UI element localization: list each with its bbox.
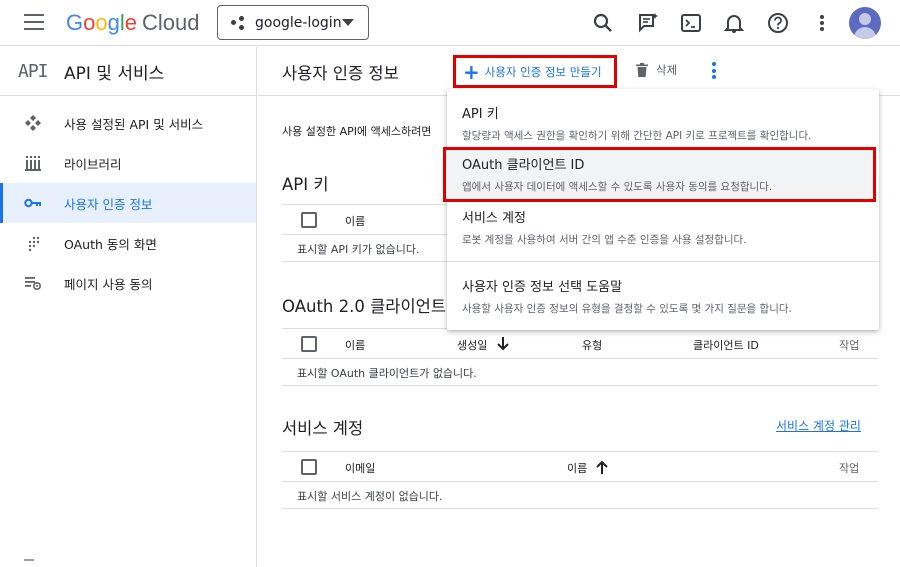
arrow-up-icon[interactable]: [595, 459, 609, 475]
menu-item-desc: 앱에서 사용자 데이터에 액세스할 수 있도록 사용자 동의를 요청합니다.: [462, 181, 773, 193]
menu-item-oauth-client-id[interactable]: OAuth 클라이언트 ID 앱에서 사용자 데이터에 액세스할 수 있도록 사…: [443, 147, 876, 202]
select-all-checkbox[interactable]: [301, 459, 317, 475]
sidebar-item-label: OAuth 동의 화면: [64, 236, 157, 252]
column-type[interactable]: 유형: [582, 337, 602, 353]
table-header: 이메일 이름 작업: [282, 451, 878, 482]
sidebar-item-label: 사용 설정된 API 및 서비스: [64, 116, 204, 132]
project-picker[interactable]: google-login: [217, 5, 369, 40]
column-client-id[interactable]: 클라이언트 ID: [693, 337, 759, 353]
column-name[interactable]: 이름: [567, 460, 587, 476]
plus-icon: +: [463, 59, 480, 84]
sidebar-item-library[interactable]: 라이브러리: [0, 143, 256, 183]
caret-down-icon: [342, 19, 354, 26]
sidebar-item-label: 라이브러리: [64, 156, 122, 172]
menu-item-desc: 할당량과 액세스 권한을 확인하기 위해 간단한 API 키로 프로젝트를 확인…: [462, 130, 812, 142]
sidebar-header: API API 및 서비스: [0, 47, 256, 96]
sidebar-item-enabled-apis[interactable]: 사용 설정된 API 및 서비스: [0, 103, 256, 143]
hamburger-menu-icon[interactable]: [24, 14, 44, 30]
sidebar-item-credentials[interactable]: 사용자 인증 정보: [0, 183, 256, 223]
key-icon: [23, 193, 43, 213]
diamond-icon: [23, 113, 43, 133]
column-actions: 작업: [839, 462, 860, 475]
menu-item-help-me-choose[interactable]: 사용자 인증 정보 선택 도움말 사용할 사용자 인증 정보의 유형을 결정할 …: [447, 276, 879, 316]
menu-item-desc: 사용할 사용자 인증 정보의 유형을 결정할 수 있도록 몇 가지 질문을 합니…: [462, 303, 792, 315]
top-app-bar: Google Cloud google-login: [0, 0, 900, 46]
oauth-clients-table: 이름 생성일 유형 클라이언트 ID 작업 표시할 OAuth 클라이언트가 없…: [282, 328, 878, 386]
manage-service-accounts-link[interactable]: 서비스 계정 관리: [776, 417, 861, 434]
create-credentials-menu: API 키 할당량과 액세스 권한을 확인하기 위해 간단한 API 키로 프로…: [443, 89, 879, 330]
empty-row: 표시할 OAuth 클라이언트가 없습니다.: [282, 359, 878, 386]
menu-item-desc: 로봇 계정을 사용하여 서버 간의 앱 수준 인증을 사용 설정합니다.: [462, 234, 747, 246]
menu-item-title: OAuth 클라이언트 ID: [462, 158, 585, 173]
column-email[interactable]: 이메일: [345, 460, 375, 476]
bell-icon[interactable]: [722, 11, 746, 35]
more-actions-icon[interactable]: [710, 62, 718, 80]
project-icon: [230, 15, 246, 31]
select-all-checkbox[interactable]: [301, 336, 317, 352]
menu-divider: [447, 261, 879, 262]
column-actions: 작업: [839, 339, 860, 352]
settings-list-icon: [23, 273, 43, 293]
project-name: google-login: [255, 14, 342, 31]
delete-label: 삭제: [656, 63, 678, 77]
avatar[interactable]: [849, 7, 881, 39]
google-cloud-logo[interactable]: Google Cloud: [66, 10, 200, 36]
cloud-shell-assist-icon[interactable]: [636, 11, 660, 35]
delete-button[interactable]: 삭제: [635, 62, 677, 78]
menu-item-title: 서비스 계정: [462, 211, 526, 226]
intro-text: 사용 설정한 API에 액세스하려면: [282, 125, 432, 138]
sidebar-item-page-usage[interactable]: 페이지 사용 동의: [0, 263, 256, 303]
column-name[interactable]: 이름: [345, 337, 365, 353]
api-logo: API: [18, 60, 49, 82]
arrow-down-icon[interactable]: [496, 336, 510, 352]
sidebar-item-label: 사용자 인증 정보: [64, 196, 153, 212]
menu-item-service-account[interactable]: 서비스 계정 로봇 계정을 사용하여 서버 간의 앱 수준 인증을 사용 설정합…: [447, 207, 879, 247]
search-icon[interactable]: [591, 11, 615, 35]
menu-item-title: 사용자 인증 정보 선택 도움말: [462, 280, 623, 295]
sidebar-item-oauth-consent[interactable]: OAuth 동의 화면: [0, 223, 256, 263]
page-title: 사용자 인증 정보: [282, 64, 399, 83]
terminal-icon[interactable]: [679, 11, 703, 35]
select-all-checkbox[interactable]: [301, 212, 317, 228]
menu-item-title: API 키: [462, 107, 499, 122]
help-icon[interactable]: [766, 11, 790, 35]
sidebar-title: API 및 서비스: [64, 63, 165, 84]
column-name[interactable]: 이름: [345, 213, 365, 229]
create-credentials-button[interactable]: + 사용자 인증 정보 만들기: [453, 55, 617, 88]
menu-item-api-key[interactable]: API 키 할당량과 액세스 권한을 확인하기 위해 간단한 API 키로 프로…: [447, 103, 879, 143]
sidebar-item-label: 페이지 사용 동의: [64, 276, 153, 292]
service-accounts-title: 서비스 계정: [282, 419, 364, 438]
column-created[interactable]: 생성일: [457, 337, 487, 353]
more-vert-icon[interactable]: [810, 11, 834, 35]
trash-icon: [636, 63, 648, 77]
collapse-handle[interactable]: [24, 559, 34, 561]
table-header: 이름 생성일 유형 클라이언트 ID 작업: [282, 328, 878, 359]
sidebar: API API 및 서비스 사용 설정된 API 및 서비스 라이브러리 사용자…: [0, 47, 257, 567]
empty-row: 표시할 서비스 계정이 없습니다.: [282, 482, 878, 509]
api-keys-title: API 키: [282, 175, 329, 194]
create-credentials-label: 사용자 인증 정보 만들기: [484, 64, 602, 79]
library-icon: [23, 153, 43, 173]
service-accounts-table: 이메일 이름 작업 표시할 서비스 계정이 없습니다.: [282, 451, 878, 509]
dots-grid-icon: [23, 233, 43, 253]
oauth-clients-title: OAuth 2.0 클라이언트: [282, 297, 446, 316]
